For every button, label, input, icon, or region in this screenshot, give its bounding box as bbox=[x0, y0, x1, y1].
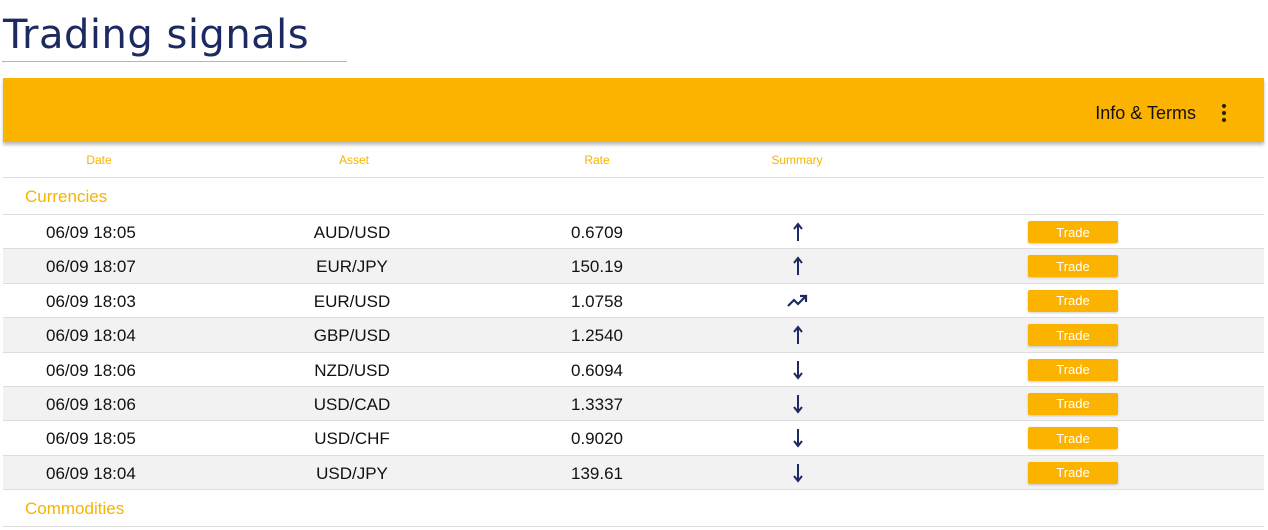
signal-rate: 139.61 bbox=[571, 463, 623, 483]
signal-rate: 0.9020 bbox=[571, 429, 623, 449]
table-header: Date Asset Rate Summary bbox=[3, 143, 1264, 178]
signal-asset: EUR/JPY bbox=[316, 257, 388, 277]
table-row: 06/09 18:06 NZD/USD 0.6094 Trade bbox=[3, 353, 1264, 387]
signal-asset: USD/CHF bbox=[314, 429, 390, 449]
table-row: 06/09 18:06 USD/CAD 1.3337 Trade bbox=[3, 386, 1264, 422]
arrow-down-icon bbox=[786, 426, 810, 450]
signal-asset: EUR/USD bbox=[313, 291, 391, 311]
arrow-down-icon bbox=[786, 461, 810, 485]
signal-rate: 1.2540 bbox=[571, 326, 623, 346]
table-row: 06/09 18:03 EUR/USD 1.0758 Trade bbox=[3, 284, 1264, 319]
signal-date: 06/09 18:03 bbox=[46, 291, 136, 311]
column-header-rate[interactable]: Rate bbox=[584, 153, 609, 167]
arrow-down-icon bbox=[786, 358, 810, 382]
table-row: 06/09 18:05 AUD/USD 0.6709 Trade bbox=[3, 215, 1264, 250]
signal-rate: 0.6094 bbox=[571, 360, 623, 380]
trade-button[interactable]: Trade bbox=[1028, 358, 1118, 381]
trending-up-icon bbox=[786, 289, 810, 313]
signal-asset: AUD/USD bbox=[313, 223, 391, 242]
trade-button[interactable]: Trade bbox=[1028, 392, 1118, 415]
column-header-asset[interactable]: Asset bbox=[339, 153, 369, 167]
trade-button[interactable]: Trade bbox=[1028, 221, 1118, 243]
signal-asset: USD/JPY bbox=[316, 463, 388, 483]
signal-rate: 1.0758 bbox=[571, 291, 623, 311]
table-row: 06/09 18:04 GBP/USD 1.2540 Trade bbox=[3, 318, 1264, 353]
group-row: Commodities bbox=[3, 490, 1264, 528]
signal-date: 06/09 18:04 bbox=[46, 326, 136, 346]
trade-button[interactable]: Trade bbox=[1028, 461, 1118, 484]
page-title: Trading signals bbox=[3, 12, 310, 58]
table-row: 06/09 18:04 USD/JPY 139.61 Trade bbox=[3, 455, 1264, 491]
trade-button[interactable]: Trade bbox=[1028, 289, 1118, 312]
title-underline bbox=[2, 61, 347, 62]
signal-date: 06/09 18:06 bbox=[46, 394, 136, 414]
arrow-down-icon bbox=[786, 392, 810, 416]
kebab-menu-icon[interactable] bbox=[1216, 102, 1232, 124]
signal-asset: USD/CAD bbox=[313, 394, 391, 414]
trade-button[interactable]: Trade bbox=[1028, 255, 1118, 278]
trade-button[interactable]: Trade bbox=[1028, 427, 1118, 450]
signals-table: Date Asset Rate Summary Currencies 06/09 … bbox=[3, 143, 1264, 528]
signal-asset: GBP/USD bbox=[313, 326, 391, 346]
group-row: Currencies bbox=[3, 178, 1264, 215]
table-row: 06/09 18:07 EUR/JPY 150.19 Trade bbox=[3, 249, 1264, 284]
signal-date: 06/09 18:05 bbox=[46, 429, 136, 449]
info-terms-link[interactable]: Info & Terms bbox=[1095, 103, 1196, 124]
table-body: Currencies 06/09 18:05 AUD/USD 0.6709 Trade 0… bbox=[3, 178, 1264, 528]
signal-rate: 0.6709 bbox=[571, 223, 623, 242]
signal-rate: 1.3337 bbox=[571, 394, 623, 414]
group-label: Currencies bbox=[25, 187, 108, 206]
trade-button[interactable]: Trade bbox=[1028, 324, 1118, 347]
toolbar: Info & Terms bbox=[3, 78, 1264, 142]
table-row: 06/09 18:05 USD/CHF 0.9020 Trade bbox=[3, 421, 1264, 456]
signal-date: 06/09 18:05 bbox=[46, 223, 136, 242]
signal-date: 06/09 18:04 bbox=[46, 463, 136, 483]
signal-date: 06/09 18:06 bbox=[46, 360, 136, 380]
column-header-summary[interactable]: Summary bbox=[771, 153, 822, 167]
group-label: Commodities bbox=[25, 499, 125, 519]
arrow-up-icon bbox=[786, 323, 810, 347]
signal-date: 06/09 18:07 bbox=[46, 257, 136, 277]
arrow-up-icon bbox=[786, 220, 810, 244]
arrow-up-icon bbox=[786, 254, 810, 278]
column-header-date[interactable]: Date bbox=[86, 153, 111, 167]
signal-rate: 150.19 bbox=[571, 257, 623, 277]
signal-asset: NZD/USD bbox=[314, 360, 390, 380]
